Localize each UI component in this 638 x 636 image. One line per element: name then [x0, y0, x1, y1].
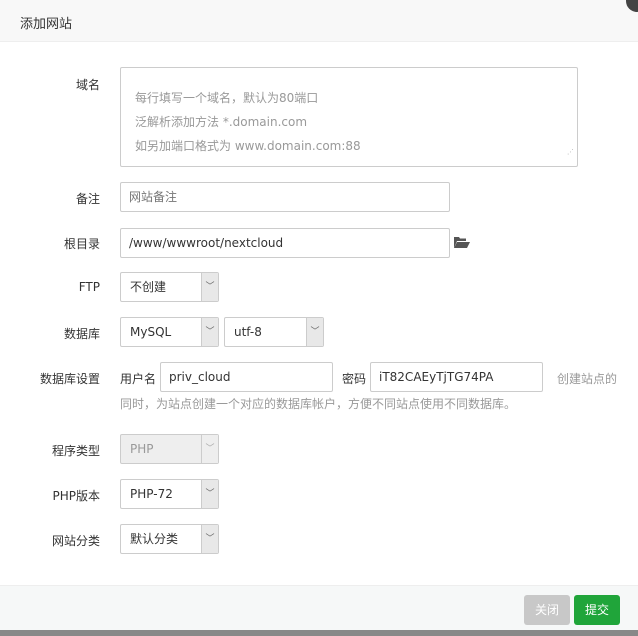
chevron-down-icon: ﹀: [306, 318, 323, 346]
php-version-label: PHP版本: [52, 489, 101, 503]
php-version-select[interactable]: PHP-72 ﹀: [120, 479, 219, 509]
chevron-down-icon: ﹀: [201, 273, 218, 301]
charset-select[interactable]: utf-8 ﹀: [224, 317, 324, 347]
db-hint-1: 创建站点的: [557, 372, 618, 386]
program-type-select: PHP ﹀: [120, 434, 219, 464]
database-type-value: MySQL: [130, 325, 172, 339]
dialog-header: 添加网站: [0, 0, 638, 42]
database-type-select[interactable]: MySQL ﹀: [120, 317, 219, 347]
backdrop-strip: [0, 630, 638, 636]
category-value: 默认分类: [130, 532, 179, 546]
php-version-value: PHP-72: [130, 487, 173, 501]
program-type-value: PHP: [130, 442, 154, 456]
category-label: 网站分类: [51, 534, 100, 548]
chevron-down-icon: ﹀: [201, 525, 218, 553]
chevron-down-icon: ﹀: [201, 435, 218, 463]
root-input[interactable]: /www/wwwroot/nextcloud: [120, 228, 450, 258]
root-label: 根目录: [63, 237, 100, 251]
db-pass-input[interactable]: iT82CAEyTjTG74PA: [370, 362, 543, 392]
folder-open-icon[interactable]: [454, 236, 470, 249]
ftp-label: FTP: [78, 280, 100, 294]
charset-value: utf-8: [234, 325, 262, 339]
domain-placeholder-1: 每行填写一个域名，默认为80端口: [135, 91, 319, 105]
chevron-down-icon: ﹀: [201, 318, 218, 346]
dialog-title: 添加网站: [20, 17, 73, 32]
resize-grip-icon[interactable]: ⋰: [567, 140, 574, 164]
remark-label: 备注: [75, 192, 100, 206]
domain-label: 域名: [75, 78, 100, 92]
db-user-input[interactable]: priv_cloud: [160, 362, 333, 392]
db-hint-2: 同时，为站点创建一个对应的数据库帐户，方便不同站点使用不同数据库。: [120, 397, 517, 411]
program-type-label: 程序类型: [51, 444, 100, 458]
db-pass-label: 密码: [342, 372, 367, 386]
close-button[interactable]: 关闭: [524, 595, 570, 625]
chevron-down-icon: ﹀: [201, 480, 218, 508]
remark-input[interactable]: [120, 182, 450, 212]
domain-textarea[interactable]: 每行填写一个域名，默认为80端口 泛解析添加方法 *.domain.com 如另…: [120, 67, 578, 167]
database-label: 数据库: [63, 327, 100, 341]
ftp-value: 不创建: [130, 280, 167, 294]
category-select[interactable]: 默认分类 ﹀: [120, 524, 219, 554]
db-settings-label: 数据库设置: [39, 372, 100, 386]
db-user-label: 用户名: [120, 372, 157, 386]
submit-button[interactable]: 提交: [574, 595, 620, 625]
domain-placeholder-3: 如另加端口格式为 www.domain.com:88: [135, 139, 361, 153]
ftp-select[interactable]: 不创建 ﹀: [120, 272, 219, 302]
domain-placeholder-2: 泛解析添加方法 *.domain.com: [135, 115, 308, 129]
